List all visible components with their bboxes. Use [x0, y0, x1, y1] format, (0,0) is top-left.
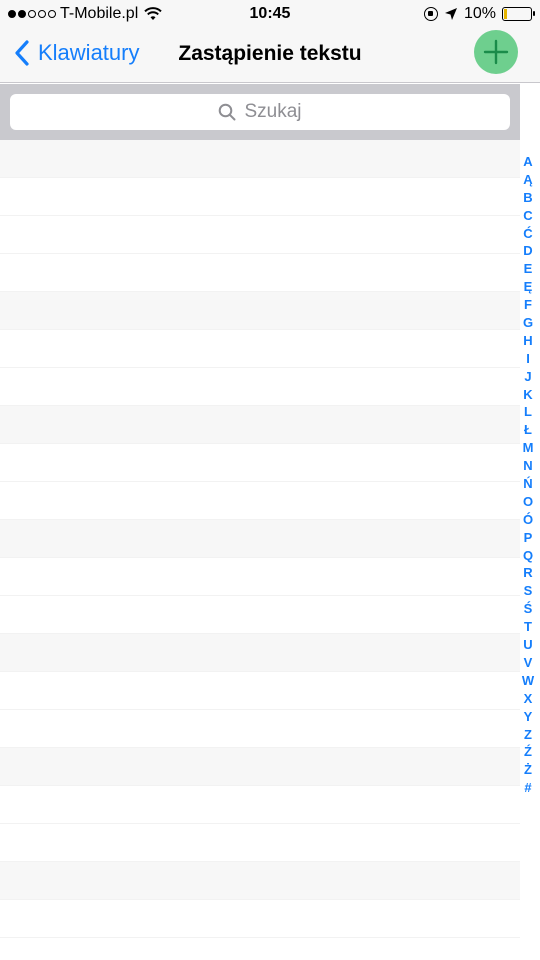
search-input[interactable]: Szukaj: [10, 94, 510, 130]
list-item[interactable]: [0, 254, 520, 292]
index-letter[interactable]: S: [524, 582, 533, 600]
section-header: [0, 140, 520, 178]
index-letter[interactable]: E: [524, 260, 533, 278]
list-item[interactable]: [0, 824, 520, 862]
index-letter[interactable]: L: [524, 403, 532, 421]
index-letter[interactable]: D: [523, 242, 532, 260]
section-header: [0, 292, 520, 330]
index-letter[interactable]: R: [523, 564, 532, 582]
list-item[interactable]: [0, 786, 520, 824]
index-letter[interactable]: U: [523, 636, 532, 654]
index-letter[interactable]: O: [523, 493, 533, 511]
index-letter[interactable]: M: [523, 439, 534, 457]
index-letter[interactable]: C: [523, 207, 532, 225]
index-letter[interactable]: Ń: [523, 475, 532, 493]
back-button[interactable]: Klawiatury: [14, 40, 139, 66]
index-letter[interactable]: Z: [524, 726, 532, 744]
list-item[interactable]: [0, 178, 520, 216]
index-letter[interactable]: #: [524, 779, 531, 797]
list-item[interactable]: [0, 710, 520, 748]
index-letter[interactable]: W: [522, 672, 534, 690]
back-button-label: Klawiatury: [38, 40, 140, 65]
section-index[interactable]: A Ą B C Ć D E Ę F G H I J K L Ł M N Ń O Ó P Q R S Ś T U V W X Y Z Ź Ż #: [518, 153, 538, 797]
index-letter[interactable]: F: [524, 296, 532, 314]
list-item[interactable]: [0, 330, 520, 368]
list-item[interactable]: [0, 216, 520, 254]
status-bar: T-Mobile.pl 10:45 10%: [0, 0, 540, 30]
index-letter[interactable]: Q: [523, 547, 533, 565]
index-letter[interactable]: A: [523, 153, 532, 171]
add-button[interactable]: [474, 30, 518, 74]
list-item[interactable]: [0, 368, 520, 406]
plus-icon: [483, 39, 509, 65]
index-letter[interactable]: Y: [524, 708, 533, 726]
navigation-bar: Klawiatury Zastąpienie tekstu: [0, 30, 540, 83]
list-item[interactable]: [0, 444, 520, 482]
index-letter[interactable]: Ź: [524, 743, 532, 761]
index-letter[interactable]: Ę: [524, 278, 533, 296]
index-letter[interactable]: B: [523, 189, 532, 207]
section-header: [0, 406, 520, 444]
section-header: [0, 520, 520, 558]
list-item[interactable]: [0, 558, 520, 596]
index-letter[interactable]: Ó: [523, 511, 533, 529]
index-letter[interactable]: X: [524, 690, 533, 708]
index-letter[interactable]: Ą: [523, 171, 532, 189]
index-letter[interactable]: T: [524, 618, 532, 636]
location-icon: [444, 8, 457, 20]
list-item[interactable]: [0, 482, 520, 520]
index-letter[interactable]: K: [523, 386, 532, 404]
search-icon: [219, 103, 236, 121]
index-letter[interactable]: J: [524, 368, 531, 386]
index-letter[interactable]: I: [526, 350, 530, 368]
index-letter[interactable]: Ż: [524, 761, 532, 779]
index-letter[interactable]: Ś: [524, 600, 533, 618]
list-item[interactable]: [0, 672, 520, 710]
index-letter[interactable]: G: [523, 314, 533, 332]
index-letter[interactable]: Ć: [523, 225, 532, 243]
search-placeholder: Szukaj: [244, 101, 302, 122]
list-item[interactable]: [0, 596, 520, 634]
replacement-list: [0, 140, 520, 938]
chevron-left-icon: [15, 40, 29, 66]
index-letter[interactable]: H: [523, 332, 532, 350]
section-header: [0, 862, 520, 900]
battery-percentage: 10%: [463, 5, 496, 22]
search-area: Szukaj: [0, 84, 520, 140]
status-right: 10%: [423, 5, 535, 23]
index-letter[interactable]: Ł: [524, 421, 532, 439]
orientation-lock-icon: [423, 7, 438, 21]
index-letter[interactable]: V: [524, 654, 533, 672]
list-item[interactable]: [0, 900, 520, 938]
index-letter[interactable]: P: [524, 529, 533, 547]
battery-icon: [502, 7, 535, 21]
section-header: [0, 748, 520, 786]
section-header: [0, 634, 520, 672]
index-letter[interactable]: N: [523, 457, 532, 475]
